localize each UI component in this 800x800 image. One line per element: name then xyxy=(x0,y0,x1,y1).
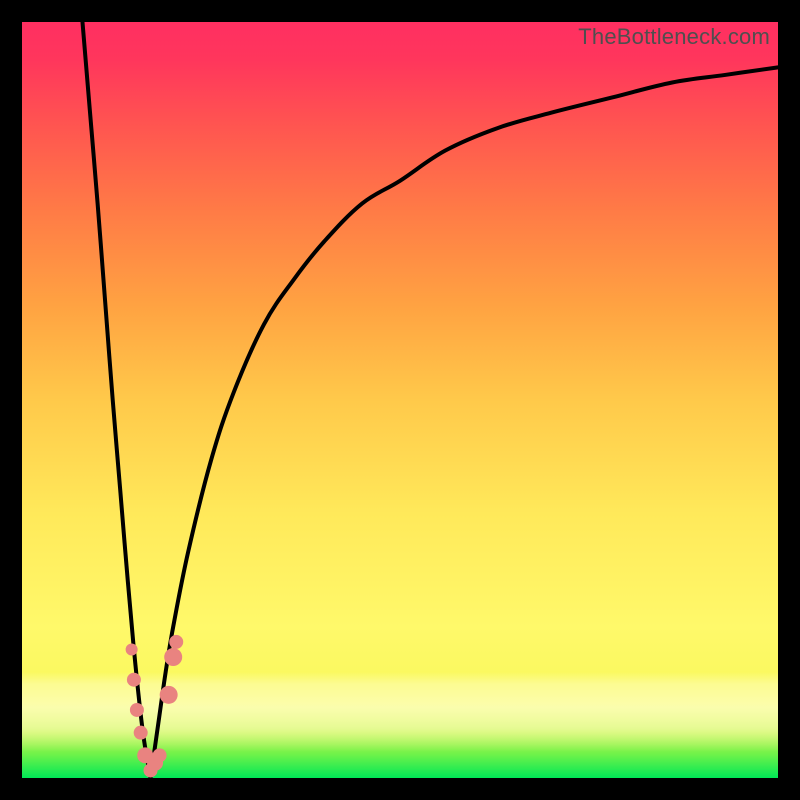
highlight-band xyxy=(22,672,778,752)
curve-left-branch xyxy=(82,22,150,778)
data-dot xyxy=(130,703,144,717)
data-dot xyxy=(127,673,141,687)
data-dot xyxy=(160,686,178,704)
data-dot xyxy=(164,648,182,666)
chart-plot-area: TheBottleneck.com xyxy=(22,22,778,778)
data-dot xyxy=(134,726,148,740)
data-dot xyxy=(137,747,153,763)
chart-frame: TheBottleneck.com xyxy=(0,0,800,800)
data-dot xyxy=(153,748,167,762)
curve-right-branch xyxy=(151,67,778,778)
data-dot xyxy=(144,763,158,777)
data-dot xyxy=(126,643,138,655)
data-dot xyxy=(147,755,163,771)
data-dots xyxy=(126,635,184,778)
watermark-text: TheBottleneck.com xyxy=(578,24,770,50)
chart-curves xyxy=(22,22,778,778)
data-dot xyxy=(169,635,183,649)
